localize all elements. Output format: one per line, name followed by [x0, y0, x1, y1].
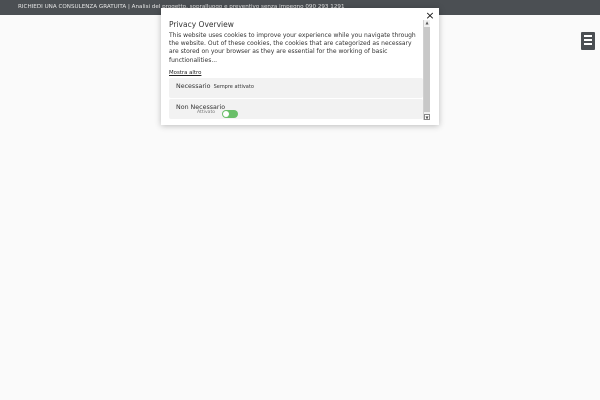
necessary-title-text: Necessario [176, 83, 211, 90]
non-necessary-toggle[interactable] [222, 110, 238, 118]
scroll-down-icon[interactable]: ▼ [424, 114, 430, 120]
hamburger-menu-icon[interactable] [581, 32, 595, 50]
privacy-modal: Privacy Overview This website uses cooki… [161, 8, 439, 125]
toggle-knob [223, 111, 229, 117]
modal-title: Privacy Overview [169, 20, 234, 29]
modal-scrollbar[interactable]: ▲ ▼ [423, 20, 430, 120]
show-more-link[interactable]: Mostra altro [169, 70, 201, 76]
toggle-state-label: Attivato [197, 110, 216, 115]
necessary-cookies-section[interactable]: Necessario Sempre attivato [169, 78, 423, 98]
non-necessary-cookies-section[interactable]: Non Necessario Attivato [169, 99, 423, 119]
close-icon[interactable]: × [425, 10, 435, 21]
modal-description: This website uses cookies to improve you… [169, 32, 416, 64]
always-enabled-badge: Sempre attivato [213, 84, 254, 90]
necessary-title: Necessario Sempre attivato [176, 83, 254, 90]
modal-content: Privacy Overview This website uses cooki… [161, 8, 431, 119]
scrollbar-thumb[interactable] [424, 27, 430, 112]
